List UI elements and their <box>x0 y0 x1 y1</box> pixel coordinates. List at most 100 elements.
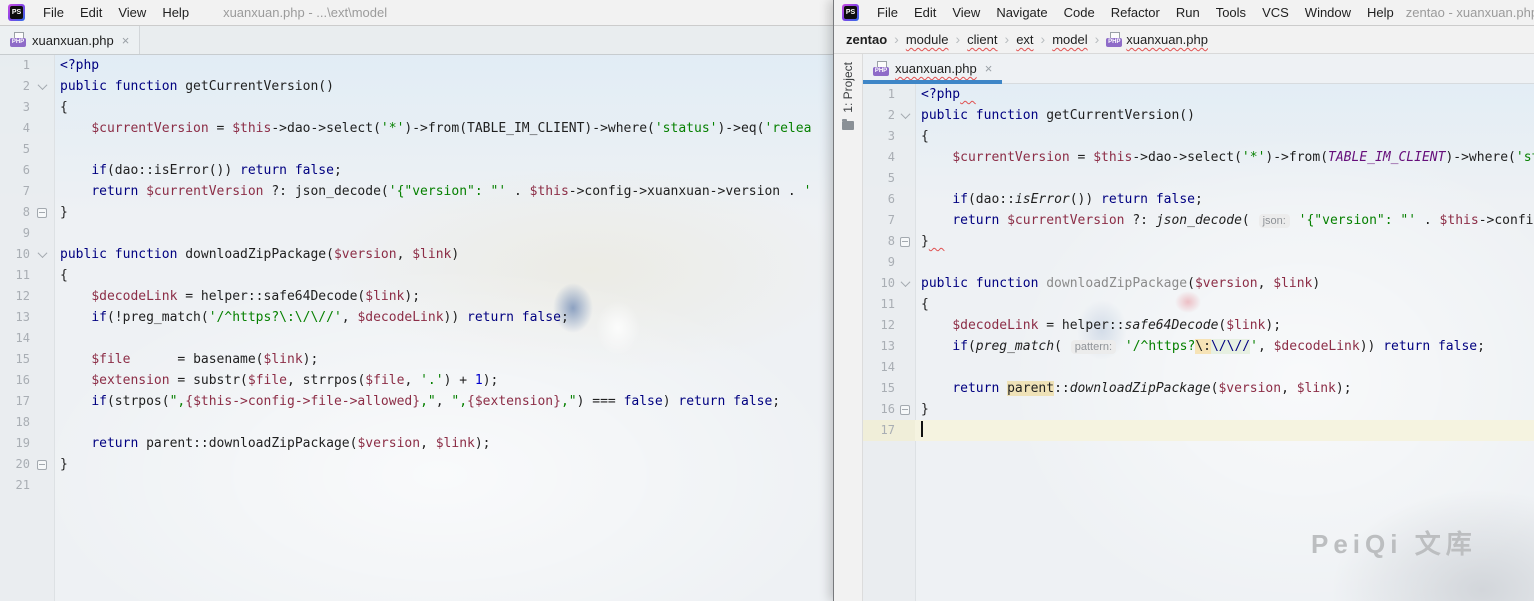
code-line-7: 7 return $currentVersion ?: json_decode(… <box>863 210 1534 231</box>
fold-icon[interactable] <box>900 404 910 415</box>
code-text: } <box>60 457 68 472</box>
fold-strip <box>30 223 54 244</box>
right-menu-bar: File Edit View Navigate Code Refactor Run Tools… <box>869 5 1402 20</box>
breadcrumb-item-model[interactable]: model <box>1052 32 1087 47</box>
menu-item-tools[interactable]: Tools <box>1208 5 1254 20</box>
project-tool-button[interactable]: 1: Project <box>841 62 855 113</box>
left-code-editor[interactable]: 1 <?php 2 public function getCurrentVersion… <box>0 55 833 601</box>
code-text: $file = basename($link); <box>91 352 319 367</box>
menu-item-run[interactable]: Run <box>1168 5 1208 20</box>
code-text: if(!preg_match('/^https?\:\/\//', $decod… <box>91 310 569 325</box>
line-number: 15 <box>880 381 895 395</box>
breadcrumb-item-client[interactable]: client <box>967 32 997 47</box>
fold-strip <box>895 210 915 231</box>
menu-item-refactor[interactable]: Refactor <box>1103 5 1168 20</box>
code-line-17: 17 <box>863 420 1534 441</box>
fold-icon[interactable] <box>900 277 910 288</box>
code-line-4: 4 $currentVersion = $this->dao->select('… <box>0 118 833 139</box>
line-number: 1 <box>22 58 30 72</box>
code-line-8: 8} <box>863 231 1534 252</box>
code-line-8: 8} <box>0 202 833 223</box>
close-icon[interactable]: × <box>985 61 993 76</box>
code-text: { <box>921 129 929 144</box>
line-number: 9 <box>22 226 30 240</box>
fold-strip <box>30 412 54 433</box>
close-icon[interactable]: × <box>122 33 130 48</box>
tool-window-stripe: 1: Project <box>834 54 863 601</box>
fold-strip <box>30 391 54 412</box>
menu-item-view[interactable]: View <box>944 5 988 20</box>
line-number: 1 <box>887 87 895 101</box>
fold-strip <box>30 349 54 370</box>
fold-icon[interactable] <box>900 236 910 247</box>
fold-strip <box>30 433 54 454</box>
breadcrumb-item-ext[interactable]: ext <box>1016 32 1033 47</box>
fold-strip <box>30 265 54 286</box>
phpstorm-logo-icon: PS <box>8 4 25 21</box>
code-line-11: 11 { <box>0 265 833 286</box>
line-number: 5 <box>22 142 30 156</box>
right-editor-tab[interactable]: PHP xuanxuan.php × <box>863 54 1003 84</box>
line-number: 3 <box>22 100 30 114</box>
breadcrumb-item-zentao[interactable]: zentao <box>846 32 887 47</box>
menu-item-code[interactable]: Code <box>1056 5 1103 20</box>
error-squiggle <box>929 234 945 249</box>
menu-item-edit[interactable]: Edit <box>906 5 944 20</box>
code-line-20: 20} <box>0 454 833 475</box>
code-line-2: 2 public function getCurrentVersion() <box>863 105 1534 126</box>
code-text: } <box>915 231 1534 252</box>
menu-item-navigate[interactable]: Navigate <box>988 5 1055 20</box>
breadcrumb: zentao › module › client › ext › model › PHP xuanxu… <box>834 26 1534 54</box>
code-line-10: 10 public function downloadZipPackage($ve… <box>0 244 833 265</box>
menu-item-view[interactable]: View <box>110 5 154 20</box>
menu-item-help[interactable]: Help <box>154 5 197 20</box>
fold-icon[interactable] <box>37 459 47 470</box>
chevron-icon: › <box>955 30 961 47</box>
menu-item-edit[interactable]: Edit <box>72 5 110 20</box>
fold-strip <box>30 307 54 328</box>
right-code-editor[interactable]: 1 <?php 2 public function getCurrentVersio… <box>863 84 1534 601</box>
left-menu-bar: File Edit View Help <box>35 5 197 20</box>
fold-strip <box>30 202 54 223</box>
fold-strip <box>895 273 915 294</box>
breadcrumb-item-xuanxuan-php[interactable]: PHP xuanxuan.php <box>1106 31 1208 48</box>
php-file-icon: PHP <box>873 60 889 77</box>
code-text: if(dao::isError()) return false; <box>91 163 342 178</box>
menu-item-file[interactable]: File <box>35 5 72 20</box>
menu-item-vcs[interactable]: VCS <box>1254 5 1297 20</box>
fold-strip <box>30 370 54 391</box>
fold-icon[interactable] <box>37 80 47 91</box>
code-text: { <box>60 268 68 283</box>
code-text <box>915 420 1534 441</box>
left-editor-tab[interactable]: PHP xuanxuan.php × <box>0 26 141 54</box>
fold-strip <box>895 231 915 252</box>
menu-item-window[interactable]: Window <box>1297 5 1359 20</box>
code-text: $currentVersion = $this->dao->select('*'… <box>91 121 812 136</box>
fold-icon[interactable] <box>37 207 47 218</box>
fold-icon[interactable] <box>900 109 910 120</box>
code-text: public function downloadZipPackage($vers… <box>60 247 460 262</box>
fold-strip <box>30 76 54 97</box>
code-text: public function getCurrentVersion() <box>921 108 1195 123</box>
fold-strip <box>30 55 54 76</box>
line-number: 10 <box>880 276 895 290</box>
breadcrumb-item-module[interactable]: module <box>906 32 949 47</box>
line-number: 13 <box>15 310 30 324</box>
folder-icon <box>842 118 854 130</box>
line-number: 14 <box>880 360 895 374</box>
fold-strip <box>895 294 915 315</box>
code-line-16: 16} <box>863 399 1534 420</box>
fold-strip <box>30 139 54 160</box>
menu-item-file[interactable]: File <box>869 5 906 20</box>
fold-strip <box>895 168 915 189</box>
fold-strip <box>30 244 54 265</box>
line-number: 4 <box>887 150 895 164</box>
fold-strip <box>30 475 54 496</box>
menu-item-help[interactable]: Help <box>1359 5 1402 20</box>
code-line-16: 16 $extension = substr($file, strrpos($f… <box>0 370 833 391</box>
fold-icon[interactable] <box>37 248 47 259</box>
right-tab-label: xuanxuan.php <box>895 61 977 76</box>
code-line-14: 14 <box>863 357 1534 378</box>
